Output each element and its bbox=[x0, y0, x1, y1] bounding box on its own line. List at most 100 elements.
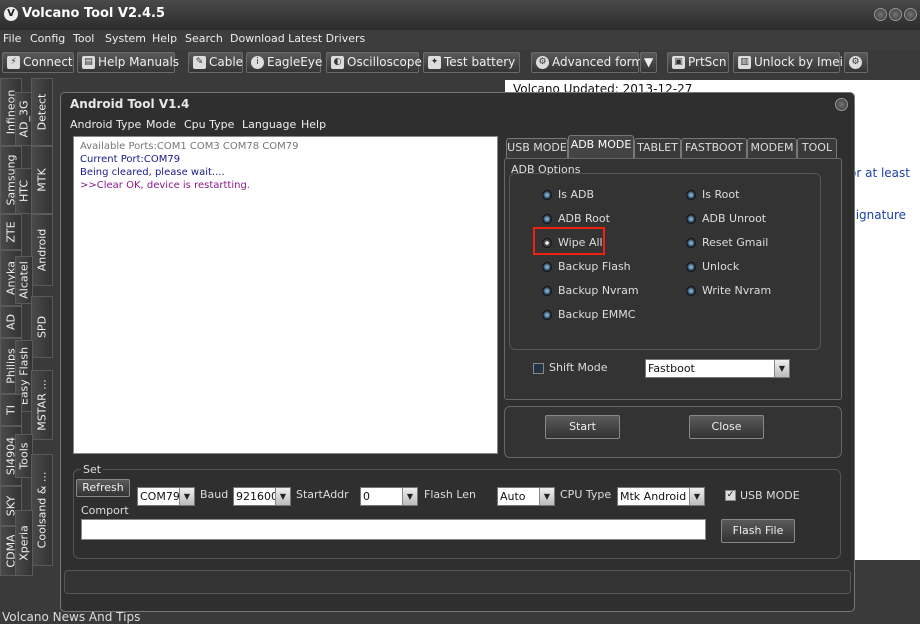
tab-android[interactable]: Android bbox=[31, 214, 53, 286]
dialog-status-bar bbox=[64, 570, 851, 594]
menu-config[interactable]: Config bbox=[30, 32, 65, 45]
radio-icon bbox=[542, 310, 552, 320]
log-line: Current Port:COM79 bbox=[80, 154, 181, 165]
menu-cpu-type[interactable]: Cpu Type bbox=[184, 118, 234, 131]
radio-icon bbox=[542, 214, 552, 224]
flash-len-select[interactable]: Auto ▼ bbox=[497, 487, 555, 506]
menu-tool[interactable]: Tool bbox=[73, 32, 94, 45]
checkbox-checked-icon: ✓ bbox=[725, 490, 736, 501]
radio-adb-root[interactable]: ADB Root bbox=[540, 211, 610, 227]
refresh-button[interactable]: Refresh bbox=[76, 479, 130, 497]
info-icon: i bbox=[251, 56, 264, 69]
radio-write-nvram[interactable]: Write Nvram bbox=[684, 283, 771, 299]
set-group bbox=[73, 469, 841, 559]
tab-tool[interactable]: TOOL bbox=[797, 138, 837, 158]
radio-icon bbox=[686, 190, 696, 200]
checkbox-icon bbox=[533, 363, 544, 374]
close-button[interactable] bbox=[904, 8, 917, 21]
gear-icon: ⚙ bbox=[849, 56, 862, 69]
tab-fastboot[interactable]: FASTBOOT bbox=[681, 138, 747, 158]
menu-search[interactable]: Search bbox=[185, 32, 223, 45]
vertical-tab-strip: Infineon AD_3G Detect Samsung HTC MTK ZT… bbox=[0, 78, 60, 578]
tab-ad[interactable]: AD bbox=[0, 306, 22, 338]
tab-adb-mode[interactable]: ADB MODE bbox=[568, 135, 634, 158]
connect-button[interactable]: ⚡ Connect bbox=[2, 52, 74, 73]
prtscn-button[interactable]: ▣ PrtScn bbox=[667, 52, 729, 73]
log-line: Being cleared, please wait.... bbox=[80, 167, 225, 178]
eagleeye-button[interactable]: i EagleEye bbox=[246, 52, 322, 73]
radio-icon bbox=[686, 286, 696, 296]
radio-icon bbox=[686, 214, 696, 224]
log-line: >>Clear OK, device is restartting. bbox=[80, 180, 250, 191]
radio-reset-gmail[interactable]: Reset Gmail bbox=[684, 235, 768, 251]
log-line: Available Ports:COM1 COM3 COM78 COM79 bbox=[80, 141, 299, 152]
radio-backup-nvram[interactable]: Backup Nvram bbox=[540, 283, 639, 299]
chevron-down-icon: ▼ bbox=[644, 55, 654, 69]
menu-language[interactable]: Language bbox=[242, 118, 296, 131]
title-bar: V Volcano Tool V2.4.5 bbox=[0, 0, 920, 30]
tab-zte[interactable]: ZTE bbox=[0, 214, 22, 250]
tab-detect[interactable]: Detect bbox=[31, 78, 53, 146]
comport-label: Comport bbox=[81, 504, 129, 517]
oscilloscope-button[interactable]: ◐ Oscilloscope bbox=[326, 52, 422, 73]
maximize-button[interactable] bbox=[889, 8, 902, 21]
tab-coolsand[interactable]: Coolsand & ... bbox=[31, 454, 53, 566]
gear-icon: ⚙ bbox=[536, 56, 549, 69]
shift-mode-select[interactable]: Fastboot ▼ bbox=[645, 359, 790, 378]
mode-tabs: USB MODE ADB MODE TABLET FASTBOOT MODEM … bbox=[506, 135, 846, 158]
radio-is-adb[interactable]: Is ADB bbox=[540, 187, 594, 203]
dialog-close-button[interactable] bbox=[835, 98, 848, 111]
test-battery-button[interactable]: ✦ Test battery bbox=[423, 52, 520, 73]
menu-mode[interactable]: Mode bbox=[146, 118, 176, 131]
tab-spd[interactable]: SPD bbox=[31, 296, 53, 358]
set-label: Set bbox=[81, 463, 104, 476]
tab-ti[interactable]: TI bbox=[0, 394, 22, 426]
cpu-type-label: CPU Type bbox=[560, 488, 612, 501]
chevron-down-icon: ▼ bbox=[179, 488, 194, 505]
tab-modem[interactable]: MODEM bbox=[747, 138, 797, 158]
help-manuals-button[interactable]: ▤ Help Manuals bbox=[77, 52, 179, 73]
radio-unlock[interactable]: Unlock bbox=[684, 259, 739, 275]
tab-mstar[interactable]: MSTAR ... bbox=[31, 370, 53, 440]
toolbar: ⚡ Connect ▤ Help Manuals ✎ Cable i EagleEye … bbox=[0, 51, 920, 75]
minimize-button[interactable] bbox=[874, 8, 887, 21]
close-button[interactable]: Close bbox=[689, 415, 764, 439]
comport-input[interactable] bbox=[81, 519, 706, 540]
advanced-form-dropdown[interactable]: ▼ bbox=[640, 52, 657, 73]
plug-icon: ⚡ bbox=[7, 56, 20, 69]
startaddr-select[interactable]: 0 ▼ bbox=[360, 487, 418, 506]
cpu-type-select[interactable]: Mtk Android ▼ bbox=[617, 487, 705, 506]
menu-help[interactable]: Help bbox=[301, 118, 326, 131]
tab-mtk[interactable]: MTK bbox=[31, 146, 53, 214]
adb-options-group: Is ADB ADB Root Wipe All Backup Flash Ba… bbox=[509, 173, 821, 350]
settings-button[interactable]: ⚙ bbox=[844, 52, 868, 73]
app-logo-icon: V bbox=[4, 7, 18, 21]
cable-button[interactable]: ✎ Cable bbox=[188, 52, 243, 73]
menu-bar: File Config Tool System Help Search Down… bbox=[0, 30, 920, 50]
menu-help[interactable]: Help bbox=[152, 32, 177, 45]
menu-android-type[interactable]: Android Type bbox=[70, 118, 141, 131]
unlock-by-imei-button[interactable]: ▥ Unlock by Imei bbox=[733, 52, 843, 73]
tab-tablet[interactable]: TABLET bbox=[634, 138, 681, 158]
tab-xperia[interactable]: Xperia bbox=[15, 510, 33, 576]
com-port-select[interactable]: COM79 ▼ bbox=[137, 487, 195, 506]
news-link[interactable]: Signature bbox=[848, 208, 906, 222]
advanced-form-button[interactable]: ⚙ Advanced form bbox=[531, 52, 643, 73]
baud-select[interactable]: 921600 ▼ bbox=[233, 487, 291, 506]
menu-file[interactable]: File bbox=[3, 32, 21, 45]
radio-adb-unroot[interactable]: ADB Unroot bbox=[684, 211, 766, 227]
radio-backup-emmc[interactable]: Backup EMMC bbox=[540, 307, 635, 323]
start-button[interactable]: Start bbox=[545, 415, 620, 439]
flash-file-button[interactable]: Flash File bbox=[721, 519, 795, 543]
log-output[interactable]: Available Ports:COM1 COM3 COM78 COM79 Cu… bbox=[73, 136, 498, 454]
radio-backup-flash[interactable]: Backup Flash bbox=[540, 259, 631, 275]
radio-icon bbox=[542, 190, 552, 200]
startaddr-label: StartAddr bbox=[296, 488, 349, 501]
tab-usb-mode[interactable]: USB MODE bbox=[506, 138, 568, 158]
menu-download-drivers[interactable]: Download Latest Drivers bbox=[230, 32, 365, 45]
radio-is-root[interactable]: Is Root bbox=[684, 187, 739, 203]
dialog-title: Android Tool V1.4 bbox=[70, 97, 190, 111]
chevron-down-icon: ▼ bbox=[689, 488, 704, 505]
menu-system[interactable]: System bbox=[105, 32, 146, 45]
lock-icon: ▥ bbox=[738, 56, 751, 69]
